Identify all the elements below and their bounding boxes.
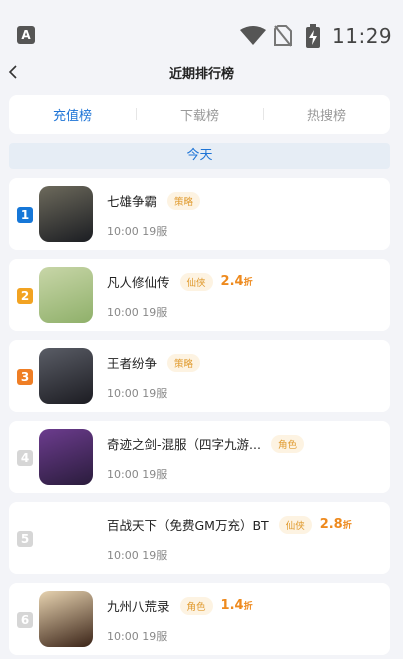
genre-tag: 仙侠 (278, 515, 312, 534)
day-header: 今天 (9, 143, 390, 169)
app-notification-icon: A (17, 26, 35, 44)
game-card[interactable]: 3 王者纷争 策略 10:00 19服 (9, 340, 390, 412)
genre-tag: 角色 (270, 434, 304, 453)
rank-badge: 4 (17, 450, 33, 466)
game-card[interactable]: 4 奇迹之剑-混服（四字九游... 角色 10:00 19服 (9, 421, 390, 493)
server-info: 10:00 19服 (107, 630, 168, 643)
tab-recharge[interactable]: 充值榜 (9, 105, 136, 124)
game-name: 七雄争霸 (107, 194, 158, 209)
game-icon[interactable] (39, 348, 93, 404)
game-icon[interactable] (39, 267, 93, 323)
rank-badge: 6 (17, 612, 33, 628)
genre-tag: 角色 (179, 596, 213, 615)
game-icon[interactable] (39, 186, 93, 242)
battery-charging-icon (306, 24, 320, 48)
status-bar: A 11:29 (0, 0, 403, 58)
server-info: 10:00 19服 (107, 225, 168, 238)
rank-badge: 2 (17, 288, 33, 304)
server-info: 10:00 19服 (107, 468, 168, 481)
game-icon[interactable] (39, 429, 93, 485)
game-name: 百战天下（免费GM万充）BT (107, 518, 269, 533)
ranking-tabs: 充值榜 下载榜 热搜榜 (9, 95, 390, 134)
game-name: 九州八荒录 (107, 599, 170, 614)
genre-tag: 策略 (167, 191, 201, 210)
rank-badge: 1 (17, 207, 33, 223)
genre-tag: 仙侠 (179, 272, 213, 291)
game-name: 奇迹之剑-混服（四字九游... (107, 437, 261, 452)
game-name: 凡人修仙传 (107, 275, 170, 290)
server-info: 10:00 19服 (107, 306, 168, 319)
server-info: 10:00 19服 (107, 387, 168, 400)
discount-label: 1.4折 (220, 598, 253, 613)
game-card[interactable]: 5 百战天下（免费GM万充）BT 仙侠 2.8折 10:00 19服 (9, 502, 390, 574)
game-icon[interactable] (39, 591, 93, 647)
game-icon[interactable] (39, 510, 93, 566)
clock: 11:29 (332, 24, 393, 48)
discount-label: 2.4折 (220, 274, 253, 289)
game-card[interactable]: 2 凡人修仙传 仙侠 2.4折 10:00 19服 (9, 259, 390, 331)
game-card[interactable]: 6 九州八荒录 角色 1.4折 10:00 19服 (9, 583, 390, 655)
wifi-icon (240, 26, 266, 45)
server-info: 10:00 19服 (107, 549, 168, 562)
game-card[interactable]: 1 七雄争霸 策略 10:00 19服 (9, 178, 390, 250)
page-title: 近期排行榜 (168, 67, 234, 82)
discount-label: 2.8折 (319, 517, 352, 532)
rank-badge: 3 (17, 369, 33, 385)
game-name: 王者纷争 (107, 356, 158, 371)
rank-badge: 5 (17, 531, 33, 547)
genre-tag: 策略 (167, 353, 201, 372)
title-bar: 近期排行榜 (0, 58, 403, 88)
no-sim-icon (274, 25, 292, 47)
tab-hot-search[interactable]: 热搜榜 (263, 105, 390, 124)
tab-download[interactable]: 下载榜 (136, 105, 263, 124)
